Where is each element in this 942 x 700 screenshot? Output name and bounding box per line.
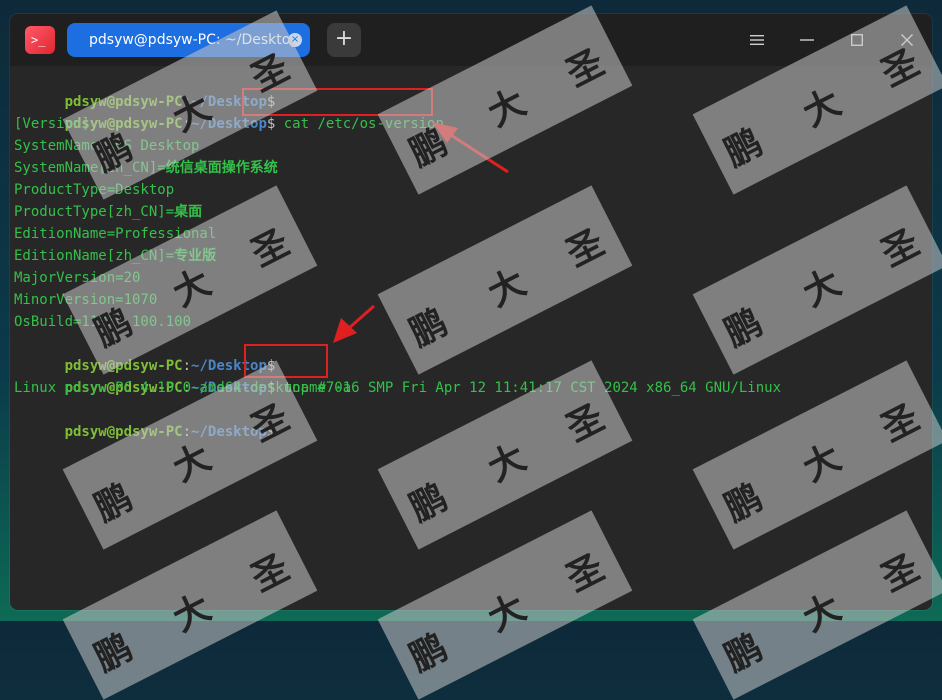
- arrow-to-uname-command: [333, 304, 375, 343]
- watermark-char: 鹏: [88, 626, 140, 680]
- watermark-char: 鹏: [403, 626, 455, 680]
- annotation-arrows: [333, 122, 509, 343]
- arrow-to-cat-command: [432, 122, 509, 174]
- watermark-char: 鹏: [718, 626, 770, 680]
